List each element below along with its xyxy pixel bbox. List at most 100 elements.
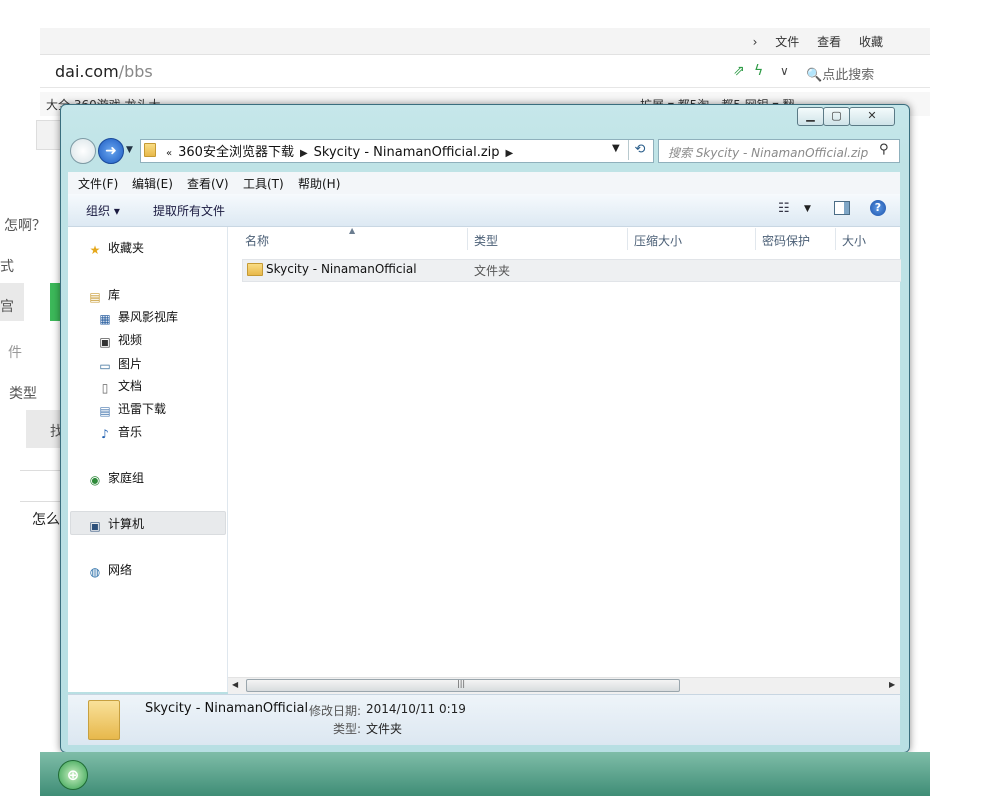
column-header-password[interactable]: 密码保护 — [762, 232, 810, 249]
minimize-button[interactable]: ▁ — [797, 107, 824, 126]
chevron-down-icon[interactable]: ▼ — [804, 204, 811, 214]
menu-help[interactable]: 帮助(H) — [298, 175, 340, 192]
help-icon[interactable]: ? — [870, 200, 886, 216]
recent-pages-dropdown[interactable]: ▼ — [126, 145, 133, 155]
nav-library-item[interactable]: ▦ 暴风影视库 — [98, 308, 178, 326]
browser-menu-view[interactable]: 查看 — [817, 35, 841, 49]
download-icon: ▤ — [99, 404, 111, 418]
nav-network-label: 网络 — [108, 563, 133, 577]
nav-library-item[interactable]: ▯ 文档 — [98, 377, 142, 395]
large-folder-icon — [88, 700, 120, 740]
column-header-compressed-size[interactable]: 压缩大小 — [634, 232, 682, 249]
nav-favorites-label: 收藏夹 — [108, 241, 145, 255]
row-name: Skycity - NinamanOfficial — [266, 262, 417, 276]
sort-ascending-icon: ▲ — [349, 226, 356, 235]
refresh-icon[interactable]: ⟲ — [628, 140, 651, 160]
page-text: 宫 — [0, 299, 14, 315]
chevron-down-icon[interactable]: ∨ — [780, 64, 789, 78]
nav-item-label: 迅雷下载 — [118, 402, 167, 416]
nav-library-item[interactable]: ▣ 视频 — [98, 331, 142, 349]
page-text: 怎么 — [32, 512, 60, 528]
nav-library-item[interactable]: ▭ 图片 — [98, 355, 142, 373]
nav-item-label: 文档 — [118, 379, 143, 393]
nav-library-label: 库 — [108, 288, 121, 302]
view-options-icon[interactable]: ☷ — [778, 201, 790, 216]
nav-library-item[interactable]: ♪ 音乐 — [98, 423, 142, 441]
menu-edit[interactable]: 编辑(E) — [132, 175, 173, 192]
breadcrumb-item[interactable]: 360安全浏览器下载 — [178, 145, 294, 160]
page-text: 类型 — [9, 386, 37, 402]
details-name: Skycity - NinamanOfficial — [145, 701, 309, 716]
browser-url[interactable]: dai.com/bbs — [55, 62, 153, 81]
page-text: 式 — [0, 259, 14, 275]
page-divider — [20, 470, 65, 502]
nav-homegroup[interactable]: ◉ 家庭组 — [88, 469, 144, 487]
details-modified-label: 修改日期: — [309, 704, 362, 718]
breadcrumb-separator-icon[interactable]: ▶ — [506, 148, 514, 159]
back-button[interactable] — [70, 138, 96, 164]
nav-item-label: 音乐 — [118, 425, 143, 439]
video-library-icon: ▦ — [99, 312, 111, 326]
network-icon: ◍ — [89, 565, 101, 579]
start-button[interactable]: ⊕ — [58, 760, 88, 790]
computer-icon: ▣ — [89, 519, 101, 533]
preview-pane-icon[interactable] — [834, 201, 850, 215]
music-icon: ♪ — [101, 427, 109, 441]
address-dropdown-icon[interactable]: ▼ — [612, 143, 620, 154]
window-controls: ▁ ▢ ✕ — [797, 107, 895, 126]
organize-button[interactable]: 组织 ▾ — [86, 202, 120, 219]
share-icon[interactable]: ⇗ — [733, 63, 745, 79]
scrollbar-grip-icon: ||| — [457, 679, 466, 688]
nav-computer[interactable]: ▣ 计算机 — [88, 515, 144, 533]
details-modified-value: 2014/10/11 0:19 — [366, 702, 466, 716]
nav-item-label: 暴风影视库 — [118, 310, 179, 324]
nav-computer-label: 计算机 — [108, 517, 145, 531]
picture-icon: ▭ — [99, 359, 111, 373]
menu-view[interactable]: 查看(V) — [187, 175, 229, 192]
close-button[interactable]: ✕ — [849, 107, 895, 126]
nav-library[interactable]: ▤ 库 — [88, 286, 120, 304]
document-icon: ▯ — [101, 381, 109, 395]
browser-url-path: /bbs — [118, 62, 153, 81]
menu-file[interactable]: 文件(F) — [78, 175, 118, 192]
forward-button[interactable]: ➜ — [98, 138, 124, 164]
nav-library-item[interactable]: ▤ 迅雷下载 — [98, 400, 166, 418]
column-divider[interactable] — [467, 228, 468, 250]
column-header-type[interactable]: 类型 — [474, 232, 498, 249]
lightning-icon[interactable]: ϟ — [754, 63, 763, 79]
scroll-left-icon[interactable]: ◀ — [232, 680, 238, 689]
search-placeholder: 搜索 Skycity - NinamanOfficial.zip — [668, 146, 869, 160]
breadcrumb-separator-icon[interactable]: ▶ — [300, 148, 308, 159]
maximize-button[interactable]: ▢ — [823, 107, 850, 126]
homegroup-icon: ◉ — [89, 473, 101, 487]
browser-search-placeholder: 点此搜索 — [822, 68, 875, 83]
row-type: 文件夹 — [474, 264, 511, 278]
details-type-value: 文件夹 — [366, 722, 403, 736]
nav-favorites[interactable]: ★ 收藏夹 — [88, 239, 144, 257]
column-header-size[interactable]: 大小 — [842, 232, 866, 249]
browser-search[interactable]: 🔍点此搜索 — [806, 64, 874, 83]
breadcrumb: « 360安全浏览器下载 ▶ Skycity - NinamanOfficial.zi… — [160, 141, 519, 160]
nav-item-label: 图片 — [118, 357, 143, 371]
extract-all-button[interactable]: 提取所有文件 — [153, 202, 225, 219]
browser-menu-favorites[interactable]: 收藏 — [859, 35, 883, 49]
browser-url-domain: dai.com — [55, 62, 119, 81]
taskbar — [40, 752, 930, 796]
folder-icon — [144, 143, 156, 160]
breadcrumb-item[interactable]: Skycity - NinamanOfficial.zip — [314, 145, 500, 160]
library-icon: ▤ — [89, 290, 101, 304]
star-icon: ★ — [89, 243, 101, 257]
scroll-right-icon[interactable]: ▶ — [889, 680, 895, 689]
column-divider[interactable] — [835, 228, 836, 250]
browser-address-bar[interactable] — [40, 57, 930, 88]
browser-menu-file[interactable]: 文件 — [775, 35, 799, 49]
column-divider[interactable] — [755, 228, 756, 250]
column-divider[interactable] — [627, 228, 628, 250]
column-header-name[interactable]: 名称 — [245, 232, 269, 249]
menu-tools[interactable]: 工具(T) — [243, 175, 284, 192]
film-icon: ▣ — [99, 335, 111, 349]
nav-network[interactable]: ◍ 网络 — [88, 561, 132, 579]
breadcrumb-overflow[interactable]: « — [166, 148, 172, 159]
search-icon: 🔍 — [806, 68, 823, 83]
search-icon[interactable]: ⚲ — [879, 142, 889, 157]
